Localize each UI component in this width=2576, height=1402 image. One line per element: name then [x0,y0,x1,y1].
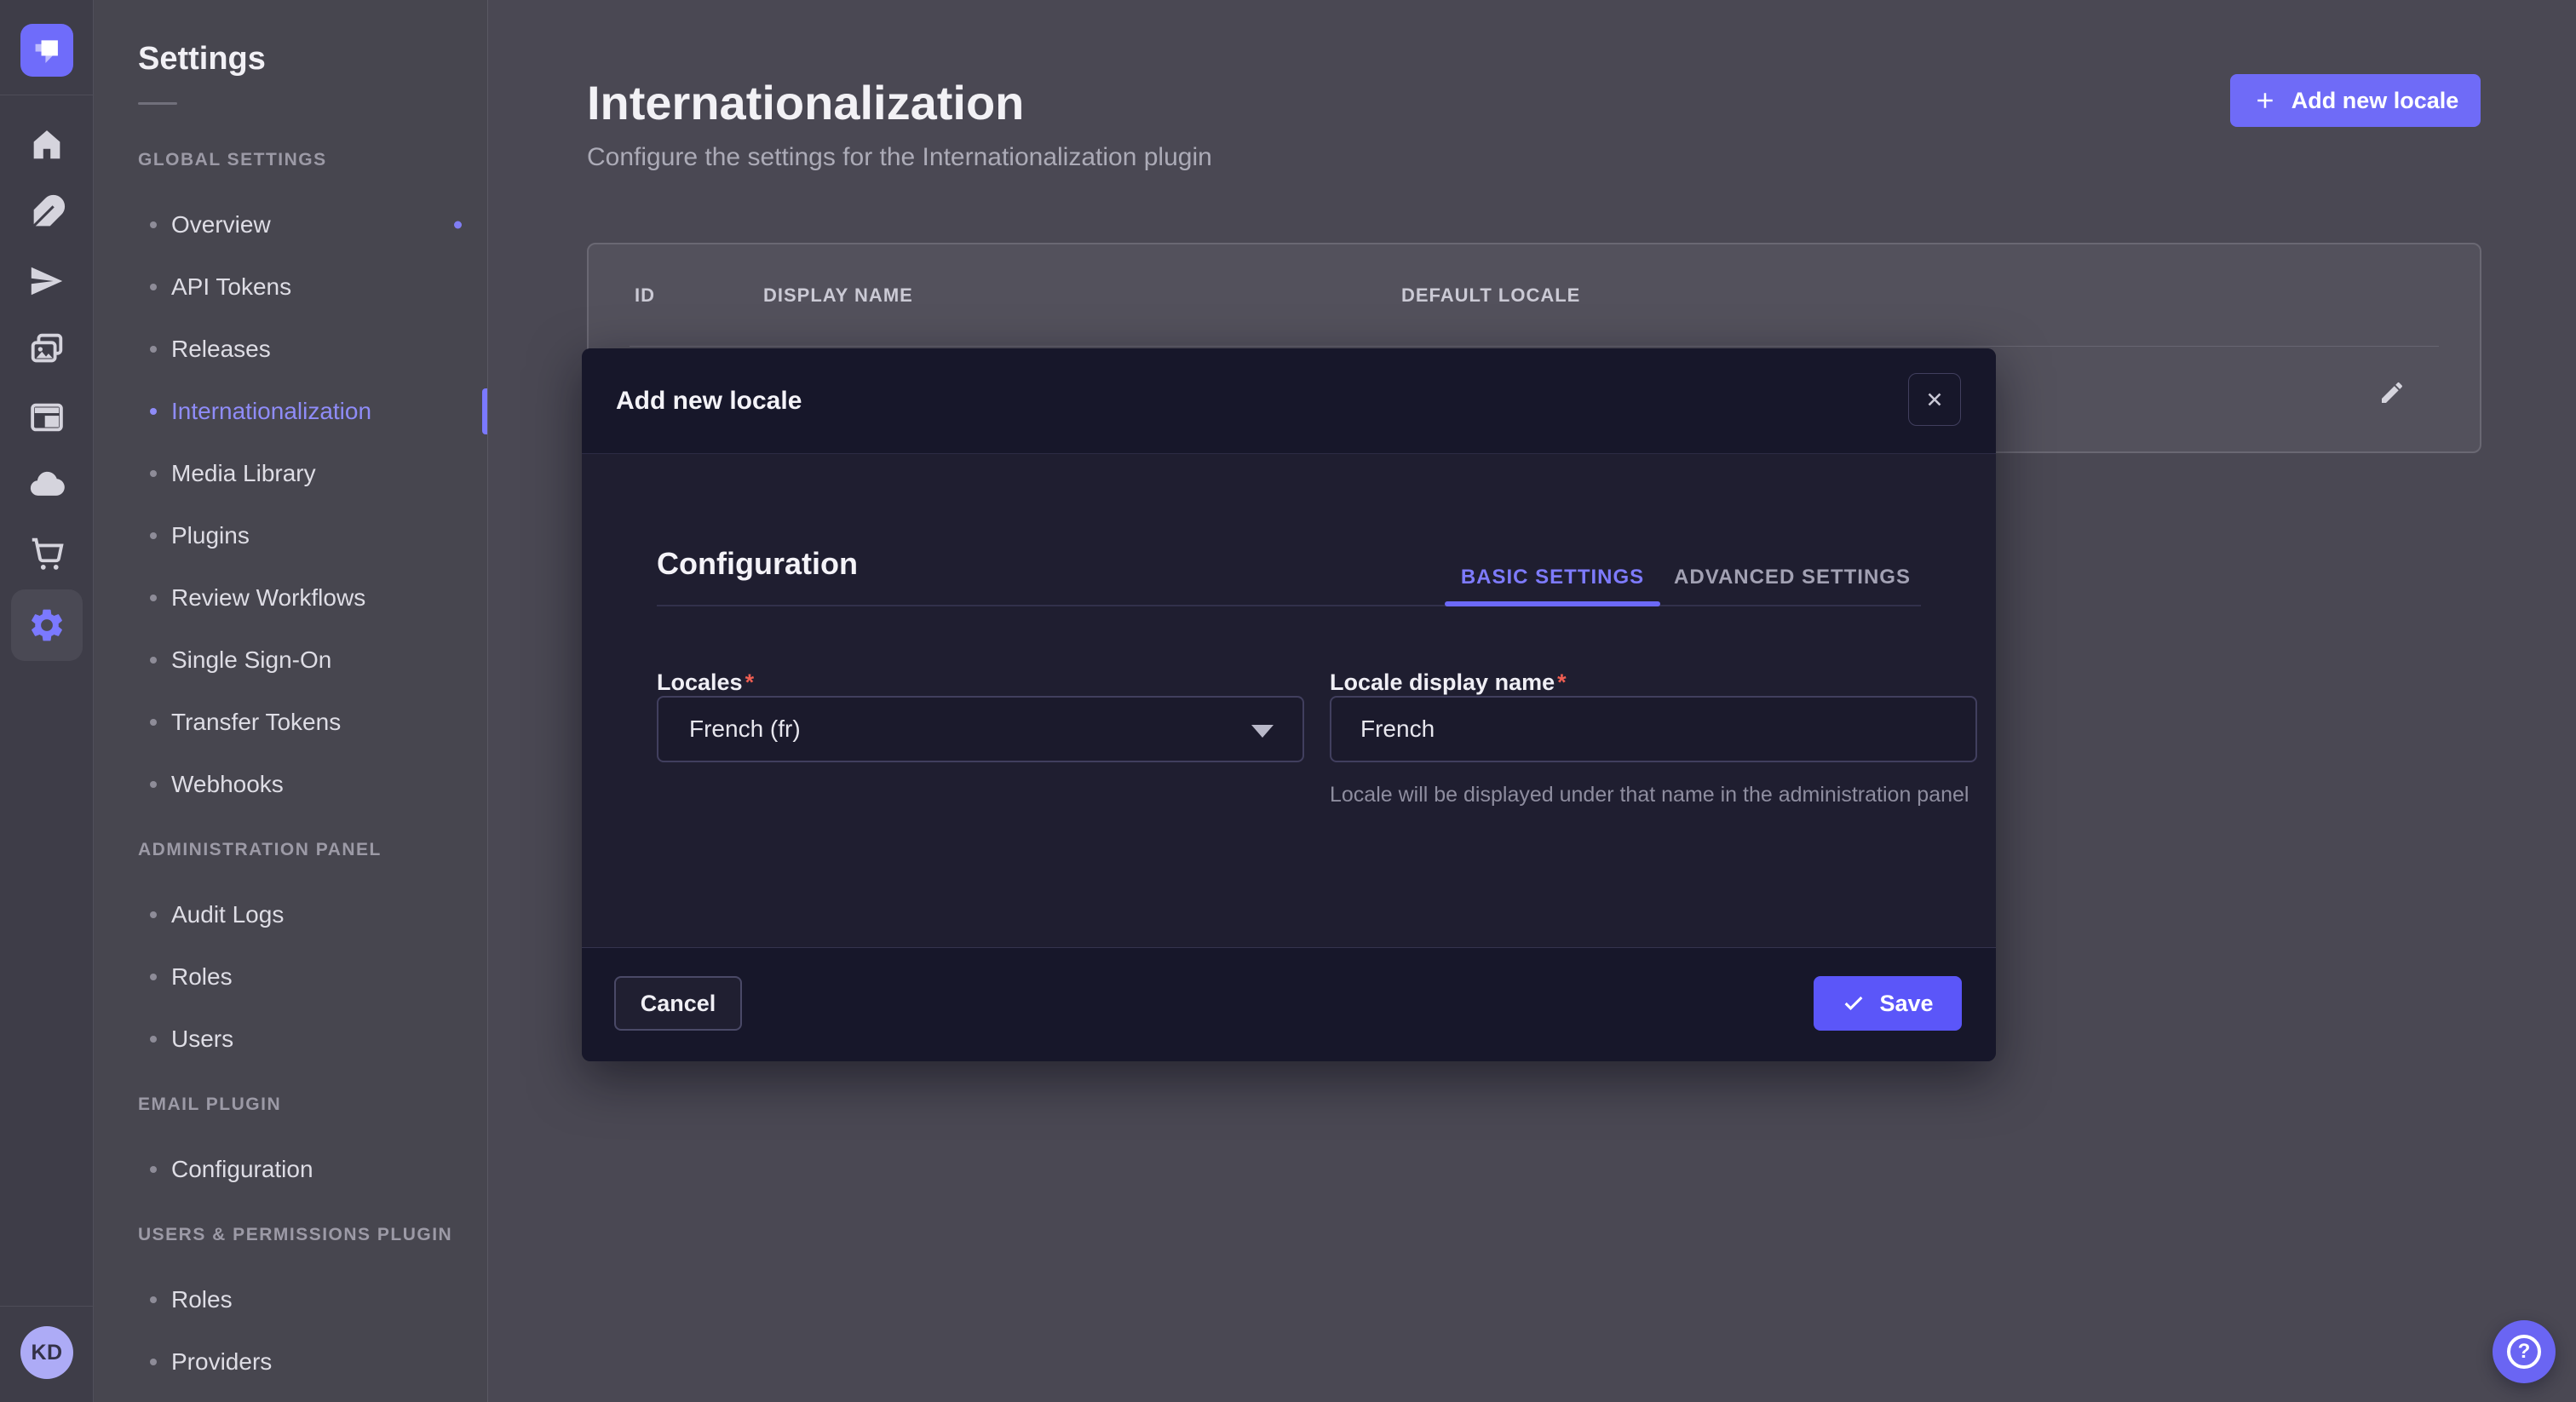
deploy-icon[interactable] [11,247,83,315]
settings-icon[interactable] [11,589,83,661]
column-header-display-name: DISPLAY NAME [763,244,913,347]
close-button[interactable] [1908,373,1961,426]
locales-label: Locales* [657,669,754,696]
bullet-icon [150,974,157,980]
sidebar-item-up-roles[interactable]: Roles [94,1268,487,1330]
media-library-icon[interactable] [11,315,83,383]
section-global-settings: GLOBAL SETTINGS [94,141,487,180]
active-tab-indicator [1445,601,1660,606]
sidebar-item-plugins[interactable]: Plugins [94,504,487,566]
bullet-icon [150,657,157,664]
help-button[interactable]: ? [2493,1320,2556,1383]
settings-sidebar: Settings GLOBAL SETTINGS Overview API To… [94,0,488,1402]
tab-basic-settings[interactable]: BASIC SETTINGS [1445,550,1660,605]
bullet-icon [150,532,157,539]
modal-body: Configuration BASIC SETTINGS ADVANCED SE… [582,455,1996,947]
check-icon [1842,991,1866,1015]
tabs-divider [657,605,1921,606]
section-email-plugin: EMAIL PLUGIN [94,1085,487,1124]
bullet-icon [150,284,157,290]
rail-divider-bottom [0,1306,94,1307]
marketplace-icon[interactable] [11,520,83,588]
add-new-locale-button[interactable]: Add new locale [2230,74,2481,127]
pencil-icon [2378,379,2406,406]
column-header-id: ID [635,244,655,347]
required-asterisk: * [743,669,755,695]
section-administration-panel: ADMINISTRATION PANEL [94,830,487,870]
configuration-heading: Configuration [657,546,858,582]
display-name-hint: Locale will be displayed under that name… [1330,780,1986,809]
sidebar-item-up-providers[interactable]: Providers [94,1330,487,1393]
chevron-down-icon [1251,725,1274,738]
sidebar-item-overview[interactable]: Overview [94,193,487,256]
sidebar-item-admin-users[interactable]: Users [94,1008,487,1070]
modal-header: Add new locale [582,348,1996,454]
bullet-icon [150,221,157,228]
bullet-icon [150,408,157,415]
bullet-icon [150,781,157,788]
icon-rail: KD [0,0,94,1402]
locales-select[interactable]: French (fr) [657,696,1304,762]
sidebar-item-internationalization[interactable]: Internationalization [94,380,487,442]
content-manager-icon[interactable] [11,383,83,451]
sidebar-item-single-sign-on[interactable]: Single Sign-On [94,629,487,691]
sidebar-nav: GLOBAL SETTINGS Overview API Tokens Rele… [94,141,487,1393]
sidebar-item-admin-roles[interactable]: Roles [94,945,487,1008]
sidebar-item-api-tokens[interactable]: API Tokens [94,256,487,318]
bullet-icon [150,470,157,477]
sidebar-item-email-configuration[interactable]: Configuration [94,1138,487,1200]
close-icon [1923,388,1946,411]
display-name-label: Locale display name* [1330,669,1567,696]
bullet-icon [150,1296,157,1303]
section-users-permissions-plugin: USERS & PERMISSIONS PLUGIN [94,1215,487,1255]
bullet-icon [150,595,157,601]
column-header-default-locale: DEFAULT LOCALE [1401,244,1580,347]
page-subtitle: Configure the settings for the Internati… [587,143,1212,172]
save-button[interactable]: Save [1814,976,1962,1031]
plus-icon [2252,88,2278,113]
content-type-builder-icon[interactable] [11,179,83,247]
cloud-icon[interactable] [11,451,83,520]
locales-select-value: French (fr) [689,715,801,743]
bullet-icon [150,346,157,353]
notification-dot [454,221,462,228]
modal-title: Add new locale [616,348,802,454]
bullet-icon [150,1359,157,1365]
cancel-button[interactable]: Cancel [614,976,742,1031]
strapi-logo[interactable] [20,24,73,77]
modal-footer: Cancel Save [582,947,1996,1061]
sidebar-item-transfer-tokens[interactable]: Transfer Tokens [94,691,487,753]
home-icon[interactable] [11,111,83,179]
required-asterisk: * [1555,669,1567,695]
edit-locale-button[interactable] [2373,374,2411,411]
locales-table-header: ID DISPLAY NAME DEFAULT LOCALE [589,244,2480,347]
add-locale-modal: Add new locale Configuration BASIC SETTI… [582,348,1996,1061]
sidebar-item-media-library[interactable]: Media Library [94,442,487,504]
page-title: Internationalization [587,75,1024,130]
table-header-divider [630,346,2439,347]
bullet-icon [150,1166,157,1173]
tab-advanced-settings[interactable]: ADVANCED SETTINGS [1660,550,1924,605]
sidebar-title: Settings [138,41,266,78]
bullet-icon [150,719,157,726]
strapi-logo-icon [20,24,73,77]
display-name-input[interactable] [1330,696,1977,762]
bullet-icon [150,1036,157,1043]
user-avatar[interactable]: KD [20,1326,73,1379]
bullet-icon [150,911,157,918]
sidebar-item-webhooks[interactable]: Webhooks [94,753,487,815]
question-icon: ? [2507,1335,2541,1369]
sidebar-title-divider [138,102,177,105]
sidebar-item-review-workflows[interactable]: Review Workflows [94,566,487,629]
sidebar-item-audit-logs[interactable]: Audit Logs [94,883,487,945]
sidebar-item-releases[interactable]: Releases [94,318,487,380]
